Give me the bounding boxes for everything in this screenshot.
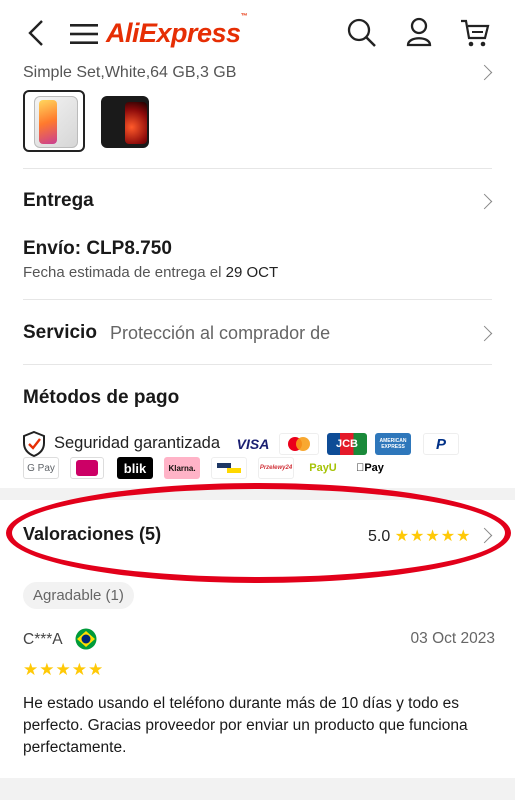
top-header: AliExpress™	[0, 0, 515, 64]
variant-thumb-white[interactable]	[23, 90, 85, 152]
ideal-logo	[70, 457, 104, 479]
filter-chip-agradable[interactable]: Agradable (1)	[23, 582, 134, 609]
delivery-estimate-date: 29 OCT	[225, 264, 279, 281]
googlepay-logo-text: G Pay	[27, 462, 55, 474]
visa-logo: VISA	[233, 433, 273, 455]
mastercard-logo	[279, 433, 319, 455]
review-stars-icon: ★★★★★	[23, 660, 105, 679]
shipping-cost: Envío: CLP8.750	[23, 238, 172, 259]
divider	[23, 364, 492, 365]
aliexpress-logo[interactable]: AliExpress™	[106, 13, 248, 49]
delivery-estimate: Fecha estimada de entrega el 29 OCT	[23, 264, 278, 281]
search-icon[interactable]	[347, 18, 377, 48]
paypal-logo-text: P	[435, 435, 446, 453]
bancontact-logo	[211, 457, 247, 479]
logo-text: AliExpress	[106, 18, 241, 48]
service-chevron-icon[interactable]	[476, 325, 493, 342]
delivery-title[interactable]: Entrega	[23, 190, 94, 212]
blik-logo-text: blik	[123, 460, 147, 476]
security-label: Seguridad garantizada	[54, 434, 221, 452]
variant-chevron-icon[interactable]	[476, 64, 493, 81]
jcb-logo: JCB	[327, 433, 367, 455]
payu-logo-text: PayU	[309, 462, 337, 474]
amex-logo: AMERICAN EXPRESS	[375, 433, 411, 455]
bancontact-mark-icon	[217, 463, 241, 473]
shield-check-icon	[23, 431, 45, 457]
black-phone-image	[101, 96, 149, 148]
paypal-logo: P	[423, 433, 459, 455]
delivery-estimate-prefix: Fecha estimada de entrega el	[23, 264, 222, 281]
visa-logo-text: VISA	[236, 436, 270, 452]
logo-trademark: ™	[240, 13, 248, 20]
user-icon[interactable]	[406, 17, 432, 47]
variant-thumb-black[interactable]	[95, 90, 157, 152]
divider	[23, 299, 492, 300]
divider	[23, 168, 492, 169]
white-phone-image	[34, 96, 78, 148]
blik-logo: blik	[117, 457, 153, 479]
review-author: C***A	[23, 631, 63, 649]
back-arrow-icon[interactable]	[27, 19, 45, 47]
payment-title: Métodos de pago	[23, 387, 180, 408]
klarna-logo-text: Klarna.	[168, 463, 196, 473]
section-gap	[0, 778, 515, 800]
delivery-chevron-icon[interactable]	[476, 193, 493, 210]
mastercard-circles-icon	[288, 437, 310, 451]
service-title[interactable]: Servicio	[23, 322, 97, 344]
review-text: He estado usando el teléfono durante más…	[23, 695, 468, 756]
klarna-logo: Klarna.	[164, 457, 200, 479]
brazil-flag-icon	[75, 628, 97, 650]
payu-logo: PayU	[305, 457, 341, 479]
jcb-logo-text: JCB	[335, 438, 358, 450]
przelewy24-logo-text: Przelewy24	[259, 465, 293, 471]
applepay-logo-text: Pay	[360, 462, 384, 474]
ideal-mark-icon	[76, 460, 98, 476]
przelewy24-logo: Przelewy24	[258, 457, 294, 479]
hamburger-icon[interactable]	[70, 23, 98, 45]
cart-icon[interactable]	[460, 18, 490, 48]
selected-variant-label[interactable]: Simple Set,White,64 GB,3 GB	[23, 64, 236, 82]
highlight-annotation-ellipse	[6, 483, 511, 583]
service-value[interactable]: Protección al comprador de	[110, 323, 330, 344]
applepay-logo:  Pay	[352, 457, 388, 479]
amex-logo-text: AMERICAN EXPRESS	[379, 438, 407, 450]
googlepay-logo: G Pay	[23, 457, 59, 479]
review-author-name: C***A	[23, 631, 63, 648]
apple-icon: 	[356, 462, 364, 474]
review-date: 03 Oct 2023	[410, 630, 495, 647]
